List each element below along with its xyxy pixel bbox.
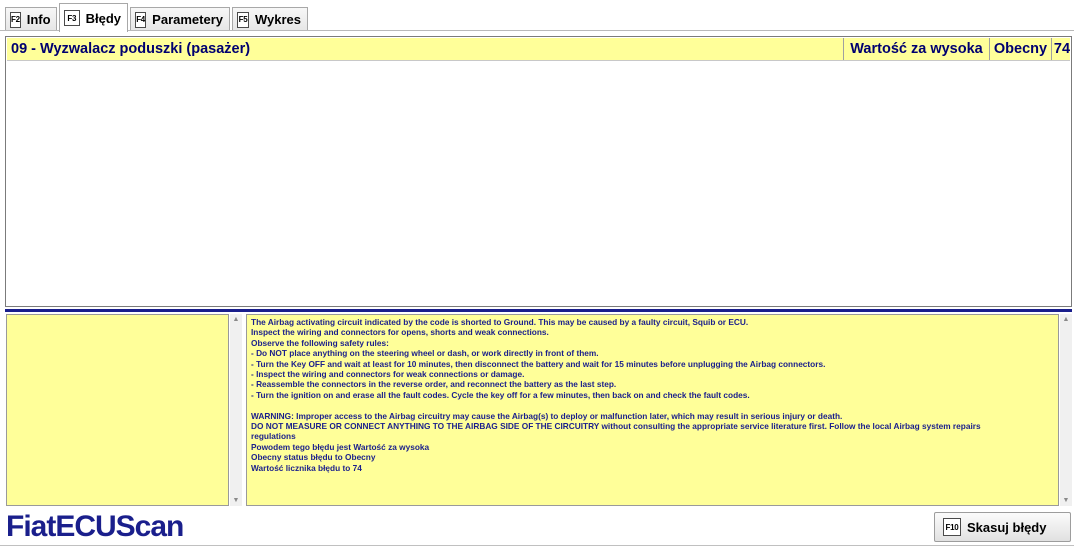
scroll-down-icon[interactable]: ▼ — [1060, 497, 1072, 504]
fault-description-pane[interactable]: The Airbag activating circuit indicated … — [246, 314, 1059, 506]
fault-status: Obecny — [989, 38, 1051, 60]
description-line: DO NOT MEASURE OR CONNECT ANYTHING TO TH… — [251, 421, 981, 432]
fault-count: 74 — [1051, 38, 1072, 60]
f3-key-icon: F3 — [64, 10, 80, 26]
fault-list[interactable]: 09 - Wyzwalacz poduszki (pasażer) Wartoś… — [5, 36, 1072, 307]
description-line: Obecny status błędu to Obecny — [251, 452, 376, 463]
fault-name: 09 - Wyzwalacz poduszki (pasażer) — [11, 41, 251, 57]
description-line: - Reassemble the connectors in the rever… — [251, 379, 617, 390]
description-line: WARNING: Improper access to the Airbag c… — [251, 410, 843, 421]
tab-wykres-label: Wykres — [254, 12, 301, 27]
description-line: Inspect the wiring and connectors for op… — [251, 327, 549, 338]
tab-info[interactable]: F2 Info — [5, 7, 57, 31]
clear-faults-label: Skasuj błędy — [967, 519, 1047, 535]
app-logo: FiatECUScan — [6, 510, 184, 543]
description-line: - Do NOT place anything on the steering … — [251, 348, 599, 359]
f2-key-icon: F2 — [10, 11, 21, 28]
tab-parametery[interactable]: F4 Parametery — [130, 7, 230, 31]
description-line: The Airbag activating circuit indicated … — [251, 317, 749, 327]
left-pane-scrollbar[interactable]: ▲ ▼ — [230, 314, 242, 506]
clear-faults-button[interactable]: F10 Skasuj błędy — [934, 512, 1071, 542]
freeze-frame-pane[interactable] — [6, 314, 229, 506]
tab-wykres[interactable]: F5 Wykres — [232, 7, 308, 31]
scroll-up-icon[interactable]: ▲ — [1060, 316, 1072, 323]
description-line: - Inspect the wiring and connectors for … — [251, 369, 525, 380]
fault-row[interactable]: 09 - Wyzwalacz poduszki (pasażer) Wartoś… — [7, 38, 1070, 61]
scroll-down-icon[interactable]: ▼ — [230, 497, 242, 504]
splitter-bar[interactable] — [5, 309, 1072, 312]
tab-bar: F2 Info F3 Błędy F4 Parametery F5 Wykres — [0, 0, 1074, 32]
tab-bar-divider — [0, 30, 1074, 31]
tab-bledy-label: Błędy — [85, 10, 121, 26]
description-line — [251, 400, 1054, 410]
description-line: regulations — [251, 431, 296, 442]
description-scrollbar[interactable]: ▲ ▼ — [1060, 314, 1072, 506]
description-line: Powodem tego błędu jest Wartość za wysok… — [251, 441, 430, 452]
f10-key-icon: F10 — [943, 518, 961, 536]
tab-info-label: Info — [26, 12, 51, 27]
bottom-divider — [0, 545, 1074, 546]
description-line: - Turn the ignition on and erase all the… — [251, 389, 750, 400]
f4-key-icon: F4 — [135, 11, 147, 28]
description-line: - Turn the Key OFF and wait at least for… — [251, 358, 826, 369]
description-line: Wartość licznika błędu to 74 — [251, 462, 362, 473]
f5-key-icon: F5 — [237, 11, 249, 28]
scroll-up-icon[interactable]: ▲ — [230, 316, 242, 323]
tab-parametery-label: Parametery — [152, 12, 223, 27]
fault-type: Wartość za wysoka — [843, 38, 989, 60]
description-line: Observe the following safety rules: — [251, 337, 389, 348]
tab-bledy[interactable]: F3 Błędy — [59, 3, 128, 32]
